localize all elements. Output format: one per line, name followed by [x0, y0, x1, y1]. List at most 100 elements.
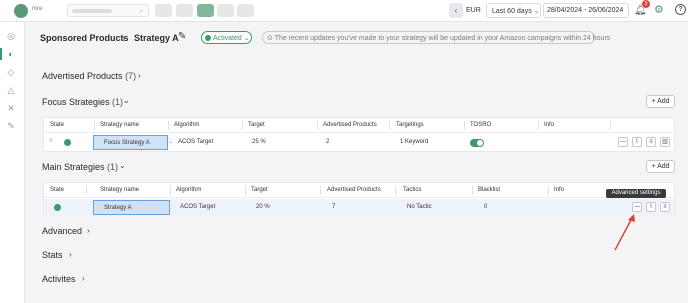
- targetings-cell: 1 Keyword: [400, 139, 429, 145]
- column-divider: [86, 186, 87, 195]
- chevron-down-icon[interactable]: ⌄: [123, 96, 130, 105]
- table-row[interactable]: ≡ Focus Strategy A .. ACOS Target 25 % 2…: [44, 134, 674, 151]
- column-divider: [389, 121, 390, 130]
- focus-strategies-header[interactable]: Focus Strategies (1): [42, 97, 123, 107]
- chevron-right-icon[interactable]: ›: [69, 250, 72, 259]
- currency-label[interactable]: EUR: [466, 7, 481, 14]
- chevron-down-icon[interactable]: ⌄: [119, 161, 126, 170]
- list-icon[interactable]: ≡: [660, 202, 670, 212]
- column-header: Info: [544, 122, 555, 128]
- notice-text: The recent updates you've made to your s…: [274, 35, 611, 42]
- main-strategies-table: State Strategy name Algorithm Target Adv…: [43, 182, 675, 216]
- account-select[interactable]: ⌄: [67, 4, 149, 17]
- column-divider: [538, 121, 539, 130]
- tools-icon[interactable]: ✕: [5, 102, 17, 114]
- top-bar: mre ⌄ ‹ EUR Last 60 days ⌄ 28/04/2024 - 2…: [0, 0, 688, 22]
- section-title: Activites: [42, 274, 76, 284]
- table-header: State Strategy name Algorithm Target Adv…: [44, 183, 674, 198]
- play-state-icon[interactable]: [64, 139, 71, 146]
- marketplace-button[interactable]: [176, 4, 193, 17]
- activites-section-header[interactable]: Activites: [42, 274, 76, 284]
- strategy-name-cell[interactable]: Focus Strategy A: [93, 135, 168, 150]
- list-icon[interactable]: ≡: [646, 137, 656, 147]
- blacklist-cell: 0: [484, 204, 488, 210]
- add-main-strategy-button[interactable]: + Add: [646, 160, 675, 173]
- target-cell: 20 %: [256, 204, 270, 210]
- tosro-toggle[interactable]: [470, 139, 484, 147]
- breadcrumb-parent[interactable]: Sponsored Products: [40, 33, 129, 43]
- stats-section-header[interactable]: Stats: [42, 250, 63, 260]
- update-notice: ⊙ The recent updates you've made to your…: [262, 31, 610, 44]
- column-divider: [170, 186, 171, 195]
- column-divider: [320, 186, 321, 195]
- cell-overflow-icon: ..: [169, 139, 173, 145]
- marketplace-button[interactable]: [155, 4, 172, 17]
- column-header: Advertised Products: [327, 187, 381, 193]
- column-divider: [464, 121, 465, 130]
- drag-handle-icon[interactable]: ≡: [49, 138, 53, 144]
- chevron-right-icon[interactable]: ›: [82, 274, 85, 283]
- status-dropdown[interactable]: Activated ⌄: [201, 31, 252, 44]
- section-title: Stats: [42, 250, 63, 260]
- chevron-right-icon[interactable]: ›: [138, 71, 141, 80]
- column-divider: [245, 186, 246, 195]
- tag-icon[interactable]: ◇: [5, 66, 17, 78]
- advanced-section-header[interactable]: Advanced: [42, 226, 82, 236]
- column-divider: [395, 186, 396, 195]
- info-icon: ⊙: [267, 35, 275, 42]
- column-header: Algorithm: [174, 122, 200, 128]
- marketplace-button[interactable]: [217, 4, 234, 17]
- advertised-products-cell: 2: [326, 139, 330, 145]
- column-header: State: [50, 187, 65, 193]
- column-header: Algorithm: [176, 187, 202, 193]
- dashboard-icon[interactable]: ◎: [5, 30, 17, 42]
- breadcrumb-separator-icon: ›: [122, 33, 125, 43]
- lightbulb-icon[interactable]: ◐: [5, 48, 17, 60]
- flask-icon[interactable]: △: [5, 84, 17, 96]
- column-header: Blacklist: [478, 187, 501, 193]
- column-header: Strategy name: [100, 122, 140, 128]
- strategy-name-cell[interactable]: Strategy A: [93, 200, 170, 215]
- column-divider: [242, 121, 243, 130]
- column-header: Advertised Products: [323, 122, 377, 128]
- play-state-icon[interactable]: [54, 204, 61, 211]
- edit-note-icon[interactable]: ✎: [5, 120, 17, 132]
- target-cell: 25 %: [252, 139, 266, 145]
- settings-button-icon[interactable]: —: [618, 137, 628, 147]
- marketplace-button[interactable]: [237, 4, 254, 17]
- delete-icon[interactable]: ▥: [660, 137, 670, 147]
- date-range-picker[interactable]: 28/04/2024 - 26/06/2024: [543, 3, 629, 18]
- section-count: (1): [107, 162, 119, 172]
- column-divider: [168, 121, 169, 130]
- main-strategies-header[interactable]: Main Strategies (1): [42, 162, 118, 172]
- app-logo-text: mre: [32, 6, 43, 12]
- section-title: Main Strategies: [42, 162, 105, 172]
- column-header: Targetings: [396, 122, 424, 128]
- column-header: Target: [251, 187, 268, 193]
- column-header: Strategy name: [100, 187, 140, 193]
- column-divider: [94, 121, 95, 130]
- pencil-icon[interactable]: ✎: [178, 31, 186, 42]
- column-divider: [472, 186, 473, 195]
- column-divider: [610, 121, 611, 130]
- chart-icon[interactable]: ⌇: [632, 137, 642, 147]
- section-count: (7): [125, 71, 137, 81]
- collapse-left-icon[interactable]: ‹: [449, 3, 463, 18]
- period-select[interactable]: Last 60 days ⌄: [486, 3, 541, 18]
- tactics-cell: No Tactic: [407, 204, 432, 210]
- advanced-settings-icon[interactable]: —: [632, 202, 642, 212]
- breadcrumb-current: Strategy A: [134, 33, 179, 43]
- chevron-right-icon[interactable]: ›: [87, 226, 90, 235]
- column-divider: [548, 186, 549, 195]
- gear-icon[interactable]: ⚙: [654, 3, 664, 16]
- algorithm-cell: ACOS Target: [178, 139, 214, 145]
- add-focus-strategy-button[interactable]: + Add: [646, 95, 675, 108]
- table-row[interactable]: Strategy A ACOS Target 20 % 7 No Tactic …: [44, 199, 674, 216]
- help-icon[interactable]: ?: [675, 4, 686, 15]
- chart-icon[interactable]: ⌇: [646, 202, 656, 212]
- section-title: Advanced: [42, 226, 83, 236]
- app-logo-icon[interactable]: [14, 4, 28, 18]
- status-dot-icon: [205, 35, 211, 41]
- marketplace-button-active[interactable]: [197, 4, 214, 17]
- advertised-products-header[interactable]: Advertised Products (7): [42, 71, 136, 81]
